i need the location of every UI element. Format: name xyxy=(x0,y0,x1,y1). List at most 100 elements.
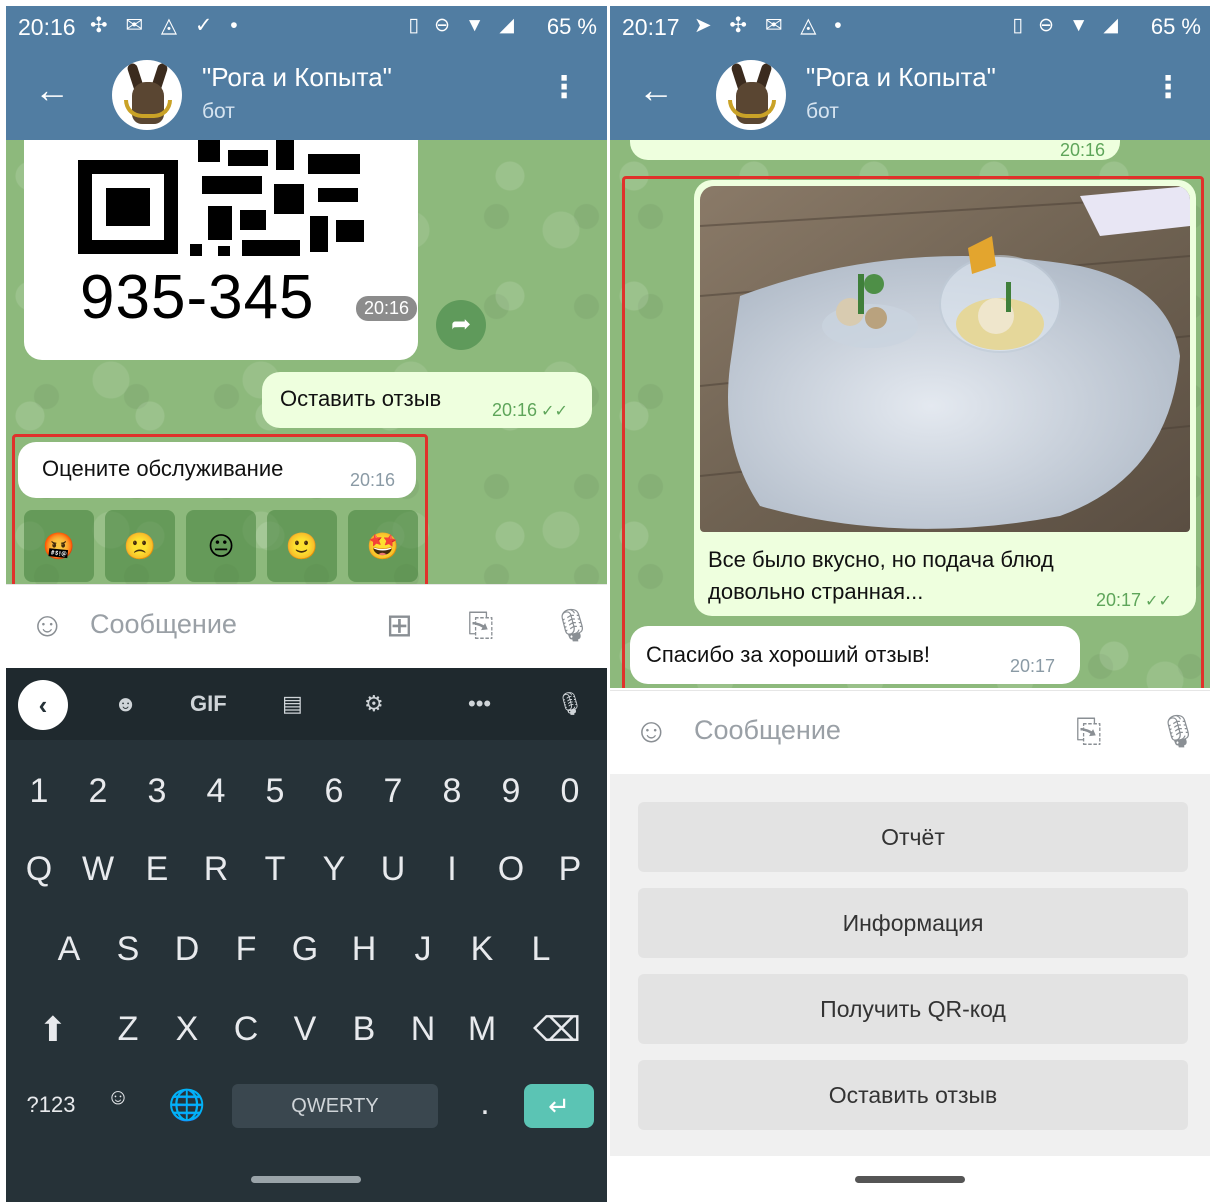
rating-button-sad[interactable]: 🙁 xyxy=(105,510,175,582)
home-handle[interactable] xyxy=(251,1176,361,1183)
message-input-bar: ☺ Сообщение ⊞ ⎘ 🎙 xyxy=(6,584,607,668)
status-time: 20:17 xyxy=(622,14,680,40)
chat-history[interactable]: 20:16 Все было вкусно, но подача блюд до… xyxy=(610,140,1210,688)
status-bar: 20:17 ➤ ✣ ✉ ◬ • ▯ ⊖ ▼ ◢ 65 % xyxy=(610,6,1210,48)
key[interactable]: Q xyxy=(10,850,68,889)
rating-button-star-struck[interactable]: 🤩 xyxy=(348,510,418,582)
previous-message[interactable]: 20:16 xyxy=(630,140,1120,160)
key[interactable]: P xyxy=(541,850,599,889)
key[interactable]: V xyxy=(276,1010,334,1049)
microphone-icon[interactable]: 🎙 xyxy=(552,605,593,645)
emoji-comma-key[interactable]: ☺ xyxy=(98,1084,138,1110)
more-menu-icon[interactable]: ⋮ xyxy=(549,68,579,108)
outgoing-message[interactable]: Оставить отзыв 20:16 ✓✓ xyxy=(262,372,592,428)
bot-avatar[interactable] xyxy=(112,60,182,130)
gear-icon[interactable]: ⚙ xyxy=(364,686,384,722)
incoming-message[interactable]: Оцените обслуживание 20:16 xyxy=(18,442,416,498)
key[interactable]: K xyxy=(453,930,511,969)
navigation-bar xyxy=(6,1156,607,1202)
status-bar: 20:16 ✣ ✉ ◬ ✓ • ▯ ⊖ ▼ ◢ 65 % xyxy=(6,6,607,48)
message-time: 20:16 xyxy=(1060,140,1106,160)
key[interactable]: U xyxy=(364,850,422,889)
enter-key[interactable]: ↵ xyxy=(524,1084,594,1128)
key[interactable]: 2 xyxy=(69,772,127,811)
key[interactable]: M xyxy=(453,1010,511,1049)
qr-code-image xyxy=(78,140,368,260)
globe-icon[interactable]: 🌐 xyxy=(158,1088,216,1123)
message-input[interactable]: Сообщение xyxy=(90,609,237,640)
get-qr-code-button[interactable]: Получить QR-код xyxy=(638,974,1188,1044)
symbols-key[interactable]: ?123 xyxy=(16,1092,86,1118)
food-photo[interactable] xyxy=(700,186,1190,532)
key[interactable]: J xyxy=(394,930,452,969)
gif-button[interactable]: GIF xyxy=(190,686,227,722)
key[interactable]: T xyxy=(246,850,304,889)
key[interactable]: C xyxy=(217,1010,275,1049)
message-time: 20:16 ✓✓ xyxy=(492,400,568,420)
bot-avatar[interactable] xyxy=(716,60,786,130)
key[interactable]: W xyxy=(69,850,127,889)
key[interactable]: O xyxy=(482,850,540,889)
rating-button-smile[interactable]: 🙂 xyxy=(267,510,337,582)
key[interactable]: I xyxy=(423,850,481,889)
chat-title[interactable]: "Рога и Копыта" xyxy=(806,62,996,93)
key[interactable]: Z xyxy=(99,1010,157,1049)
back-arrow-icon[interactable]: ← xyxy=(638,70,674,110)
more-icon[interactable]: ••• xyxy=(468,686,491,722)
chevron-left-icon[interactable]: ‹ xyxy=(18,680,68,730)
key[interactable]: F xyxy=(217,930,275,969)
rating-button-angry[interactable]: 🤬 xyxy=(24,510,94,582)
bot-keyboard-icon[interactable]: ⊞ xyxy=(386,605,413,645)
leave-review-button[interactable]: Оставить отзыв xyxy=(638,1060,1188,1130)
key[interactable]: 4 xyxy=(187,772,245,811)
message-input[interactable]: Сообщение xyxy=(694,715,841,746)
key[interactable]: R xyxy=(187,850,245,889)
key[interactable]: 3 xyxy=(128,772,186,811)
backspace-icon[interactable]: ⌫ xyxy=(528,1010,586,1050)
key[interactable]: H xyxy=(335,930,393,969)
clipboard-icon[interactable]: ▤ xyxy=(282,686,303,722)
key[interactable]: E xyxy=(128,850,186,889)
more-menu-icon[interactable]: ⋮ xyxy=(1153,68,1183,108)
photo-message[interactable]: Все было вкусно, но подача блюд довольно… xyxy=(694,180,1196,616)
key[interactable]: A xyxy=(40,930,98,969)
key[interactable]: 9 xyxy=(482,772,540,811)
period-key[interactable]: . xyxy=(456,1084,514,1123)
notification-icons: ➤ ✣ ✉ ◬ • xyxy=(694,14,848,37)
attach-icon[interactable]: ⎘ xyxy=(1076,711,1102,751)
microphone-icon[interactable]: 🎙 xyxy=(1158,711,1199,751)
key[interactable]: 0 xyxy=(541,772,599,811)
chat-history[interactable]: 935-345 20:16 ➦ Оставить отзыв 20:16 ✓✓ О… xyxy=(6,140,607,584)
sticker-icon[interactable]: ☻ xyxy=(114,686,137,722)
key[interactable]: 6 xyxy=(305,772,363,811)
key[interactable]: Y xyxy=(305,850,363,889)
emoji-icon[interactable]: ☺ xyxy=(634,711,669,751)
key[interactable]: X xyxy=(158,1010,216,1049)
key[interactable]: N xyxy=(394,1010,452,1049)
key[interactable]: 7 xyxy=(364,772,422,811)
keyboard-toolbar: ‹ ☻ GIF ▤ ⚙ ••• 🎙 xyxy=(6,668,607,740)
key[interactable]: G xyxy=(276,930,334,969)
qr-code-message[interactable]: 935-345 20:16 xyxy=(24,140,418,360)
report-button[interactable]: Отчёт xyxy=(638,802,1188,872)
info-button[interactable]: Информация xyxy=(638,888,1188,958)
back-arrow-icon[interactable]: ← xyxy=(34,70,70,110)
chat-title[interactable]: "Рога и Копыта" xyxy=(202,62,392,93)
incoming-message[interactable]: Спасибо за хороший отзыв! 20:17 xyxy=(630,626,1080,684)
key[interactable]: S xyxy=(99,930,157,969)
key[interactable]: 5 xyxy=(246,772,304,811)
key[interactable]: 8 xyxy=(423,772,481,811)
rating-button-neutral[interactable]: 😐 xyxy=(186,510,256,582)
key[interactable]: B xyxy=(335,1010,393,1049)
attach-icon[interactable]: ⎘ xyxy=(468,605,494,645)
key[interactable]: D xyxy=(158,930,216,969)
forward-share-button[interactable]: ➦ xyxy=(436,300,486,350)
space-bar[interactable]: QWERTY xyxy=(232,1084,438,1128)
battery-level: 65 % xyxy=(546,14,597,39)
microphone-icon[interactable]: 🎙 xyxy=(556,686,584,722)
home-handle[interactable] xyxy=(855,1176,965,1183)
emoji-icon[interactable]: ☺ xyxy=(30,605,65,645)
shift-icon[interactable]: ⬆ xyxy=(24,1010,82,1050)
key[interactable]: L xyxy=(512,930,570,969)
key[interactable]: 1 xyxy=(10,772,68,811)
